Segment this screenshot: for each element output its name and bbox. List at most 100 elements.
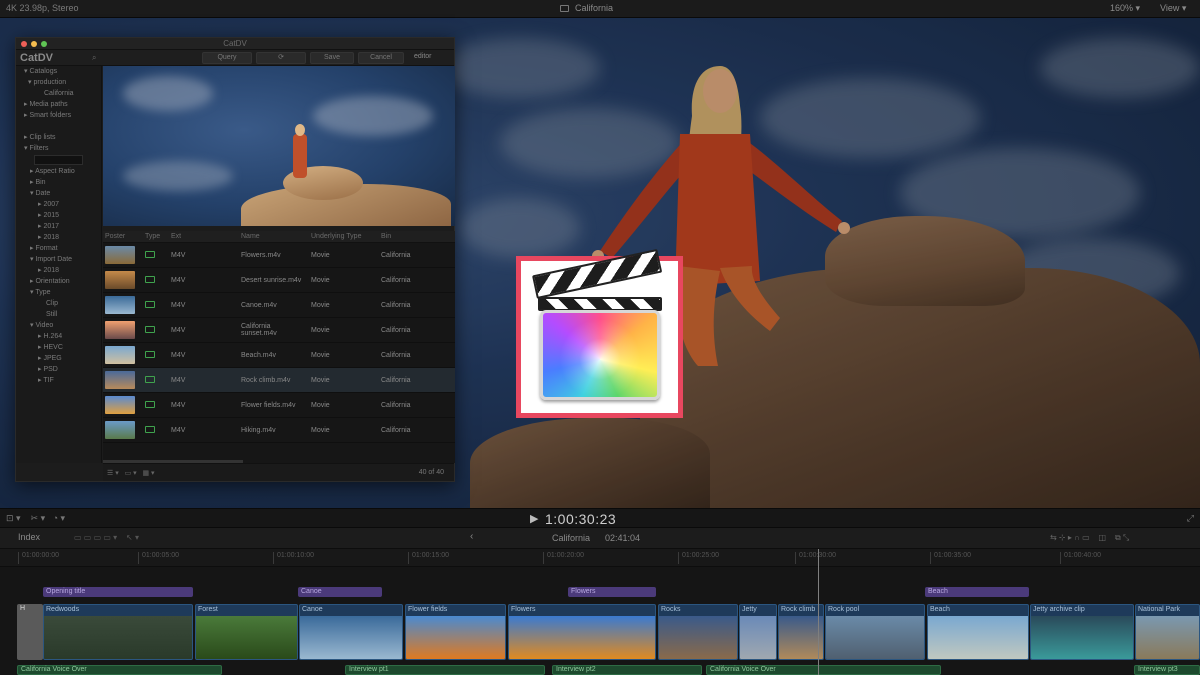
col-name[interactable]: Name (237, 231, 307, 242)
audio-clip[interactable]: California Voice Over (17, 665, 222, 675)
video-clip[interactable]: Rocks (658, 604, 738, 660)
query-button[interactable]: Query (202, 52, 252, 64)
audio-clip[interactable]: Interview pt2 (552, 665, 702, 675)
catdv-titlebar[interactable]: CatDV (16, 38, 454, 50)
sidebar-item[interactable]: ▸ Media paths (16, 99, 101, 110)
sidebar-item[interactable]: ▸ HEVC (16, 342, 101, 353)
viewer-options-icons[interactable]: ⊡ ▾ ✂ ▾ ◔ ▾ (6, 513, 65, 524)
table-row[interactable]: M4V California sunset.m4v Movie California (103, 318, 455, 343)
sidebar-item[interactable]: ▾ Filters (16, 143, 101, 154)
title-clip[interactable]: Flowers (568, 587, 656, 597)
ruler-tick-label: 01:00:10:00 (273, 552, 314, 564)
sidebar-item[interactable]: ▸ 2017 (16, 221, 101, 232)
sidebar-item[interactable]: ▸ H.264 (16, 331, 101, 342)
sidebar-item[interactable]: ▸ Orientation (16, 276, 101, 287)
table-row[interactable]: M4V Canoe.m4v Movie California (103, 293, 455, 318)
sidebar-item[interactable]: ▸ 2018 (16, 265, 101, 276)
sidebar-item[interactable]: ▸ Format (16, 243, 101, 254)
movie-type-icon (145, 325, 155, 333)
sidebar-item[interactable]: ▸ Bin (16, 177, 101, 188)
gap-clip[interactable]: H (17, 604, 43, 660)
sidebar-item[interactable]: California (16, 88, 101, 99)
table-row[interactable]: M4V Rock climb.m4v Movie California (103, 368, 455, 393)
save-button[interactable]: Save (310, 52, 354, 64)
timeline-ruler[interactable]: 01:00:00:00 01:00:05:00 01:00:10:00 01:00:1… (0, 549, 1200, 567)
fullscreen-icon[interactable]: ⤢ (1187, 513, 1194, 524)
sidebar-item[interactable]: ▾ production (16, 77, 101, 88)
audio-clip[interactable]: Interview pt1 (345, 665, 545, 675)
sidebar-item[interactable]: ▸ PSD (16, 364, 101, 375)
play-button[interactable]: ▶ (530, 512, 538, 525)
title-clip[interactable]: Canoe (298, 587, 382, 597)
video-clip[interactable]: Redwoods (43, 604, 193, 660)
cancel-button[interactable]: Cancel (358, 52, 404, 64)
catdv-preview[interactable] (103, 66, 455, 226)
col-bin[interactable]: Bin (377, 231, 455, 242)
catdv-sidebar: ▾ Catalogs ▾ production California ▸ Media … (16, 66, 102, 463)
audio-clip[interactable]: Interview pt3 (1134, 665, 1200, 675)
clip-label: Flower fields (408, 606, 448, 613)
zoom-dropdown[interactable]: 160% ▾ (1110, 3, 1140, 14)
table-row[interactable]: M4V Hiking.m4v Movie California (103, 418, 455, 443)
table-row[interactable]: M4V Desert sunrise.m4v Movie California (103, 268, 455, 293)
col-type[interactable]: Type (141, 231, 167, 242)
cell-name: Rock climb.m4v (241, 376, 291, 384)
table-row[interactable]: M4V Flowers.m4v Movie California (103, 243, 455, 268)
clapper-bottom-icon (538, 297, 662, 311)
sidebar-item[interactable]: ▸ 2018 (16, 232, 101, 243)
view-dropdown[interactable]: View ▾ (1160, 3, 1186, 14)
sidebar-item[interactable]: ▸ 2015 (16, 210, 101, 221)
sidebar-item[interactable]: ▾ Type (16, 287, 101, 298)
sidebar-item[interactable]: ▾ Video (16, 320, 101, 331)
sidebar-item[interactable]: Still (16, 309, 101, 320)
clip-filmstrip (406, 616, 505, 659)
col-poster[interactable]: Poster (103, 231, 141, 242)
timeline-tracks[interactable]: H Opening title Canoe Flowers Beach Redwoods… (0, 567, 1200, 675)
sidebar-item[interactable]: Clip (16, 298, 101, 309)
col-ext[interactable]: Ext (167, 231, 237, 242)
video-clip[interactable]: Flowers (508, 604, 656, 660)
sidebar-item[interactable]: ▸ Clip lists (16, 132, 101, 143)
video-clip[interactable]: National Park (1135, 604, 1200, 660)
search-icon[interactable]: ⌕ (92, 53, 96, 63)
sidebar-item[interactable]: ▾ Import Date (16, 254, 101, 265)
audio-clip[interactable]: California Voice Over (706, 665, 941, 675)
title-clip[interactable]: Opening title (43, 587, 193, 597)
sidebar-item[interactable]: ▸ Aspect Ratio (16, 166, 101, 177)
sidebar-item[interactable]: ▾ Date (16, 188, 101, 199)
video-clip[interactable]: Jetty (739, 604, 777, 660)
clip-label: Beach (930, 606, 950, 613)
view-mode-icons[interactable]: ☰ ▾ ▭ ▾ ▦ ▾ (107, 469, 155, 477)
sidebar-item[interactable]: ▸ TIF (16, 375, 101, 386)
video-clip[interactable]: Canoe (299, 604, 403, 660)
col-underlying-type[interactable]: Underlying Type (307, 231, 377, 242)
cell-ext: M4V (171, 326, 186, 334)
filter-search-field[interactable] (34, 155, 83, 165)
table-row[interactable]: M4V Beach.m4v Movie California (103, 343, 455, 368)
video-clip[interactable]: Rock pool (825, 604, 925, 660)
ruler-tick-label: 01:00:30:00 (795, 552, 836, 564)
video-clip[interactable]: Beach (927, 604, 1029, 660)
video-clip[interactable]: Jetty archive clip (1030, 604, 1134, 660)
catdv-window-title: CatDV (223, 39, 247, 48)
poster-thumbnail (105, 271, 135, 289)
catdv-window[interactable]: CatDV CatDV ⌕ Query ⟳ Save Cancel editor… (15, 37, 455, 482)
sidebar-item[interactable]: ▸ Smart folders (16, 110, 101, 121)
playhead[interactable] (818, 549, 819, 675)
sidebar-item[interactable]: ▸ 2007 (16, 199, 101, 210)
refresh-button[interactable]: ⟳ (256, 52, 306, 64)
back-arrow-icon[interactable]: ‹ (470, 531, 473, 542)
catdv-clip-grid[interactable]: Poster Type Ext Name Underlying Type Bin… (103, 231, 455, 463)
sidebar-item[interactable]: ▾ Catalogs (16, 66, 101, 77)
title-clip[interactable]: Beach (925, 587, 1029, 597)
edit-tools-icons[interactable]: ▭ ▭ ▭ ▭ ▾ ↖ ▾ (74, 533, 139, 542)
movie-type-icon (145, 375, 155, 383)
timeline-right-icons[interactable]: ⇆ ⊹ ▸ ∩ ▭ ◫ ⧉ ⤡ (1050, 533, 1129, 543)
clip-filmstrip (509, 616, 655, 659)
clip-filmstrip (779, 616, 823, 659)
video-clip[interactable]: Forest (195, 604, 298, 660)
index-button[interactable]: Index (18, 532, 40, 542)
sidebar-item[interactable]: ▸ JPEG (16, 353, 101, 364)
table-row[interactable]: M4V Flower fields.m4v Movie California (103, 393, 455, 418)
video-clip[interactable]: Flower fields (405, 604, 506, 660)
